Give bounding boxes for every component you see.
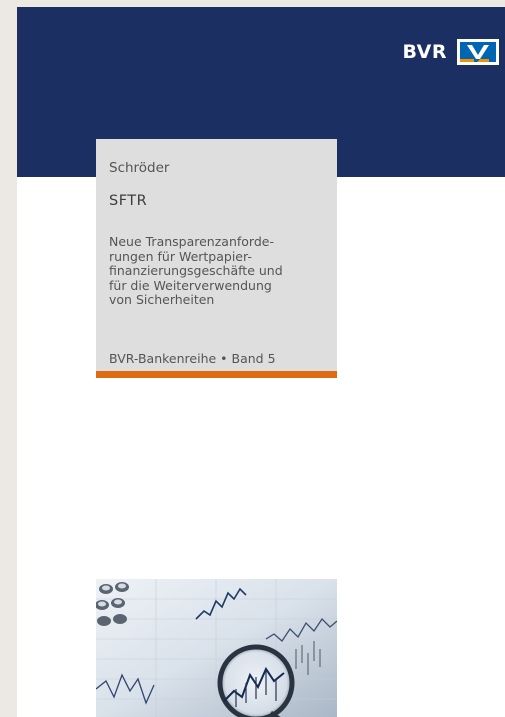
subtitle-line: rungen für Wertpapier- bbox=[109, 248, 252, 264]
subtitle-line: Neue Transparenzanforde- bbox=[109, 234, 274, 249]
subtitle-line: von Sicherheiten bbox=[109, 292, 215, 307]
publisher-brand: BVR bbox=[402, 39, 499, 65]
book-title: SFTR bbox=[109, 193, 148, 209]
subtitle-line: für die Weiterverwendung bbox=[109, 277, 272, 293]
magnifying-glass-over-stock-charts-icon bbox=[96, 579, 337, 717]
cover-photo bbox=[96, 579, 337, 717]
publisher-name: BVR bbox=[402, 41, 447, 63]
book-cover: BVR Schröder SFTR Neue Transparenzanford… bbox=[17, 7, 505, 717]
accent-bar bbox=[96, 371, 337, 378]
series-label: BVR-Bankenreihe • Band 5 bbox=[109, 351, 276, 366]
author-name: Schröder bbox=[109, 160, 170, 176]
book-subtitle: Neue Transparenzanforde- rungen für Wert… bbox=[109, 234, 331, 308]
subtitle-line: finanzierungsgeschäfte und bbox=[109, 263, 283, 278]
volksbank-raiffeisenbank-logo-icon bbox=[457, 39, 499, 65]
title-box: Schröder SFTR Neue Transparenzanforde- r… bbox=[96, 139, 337, 378]
